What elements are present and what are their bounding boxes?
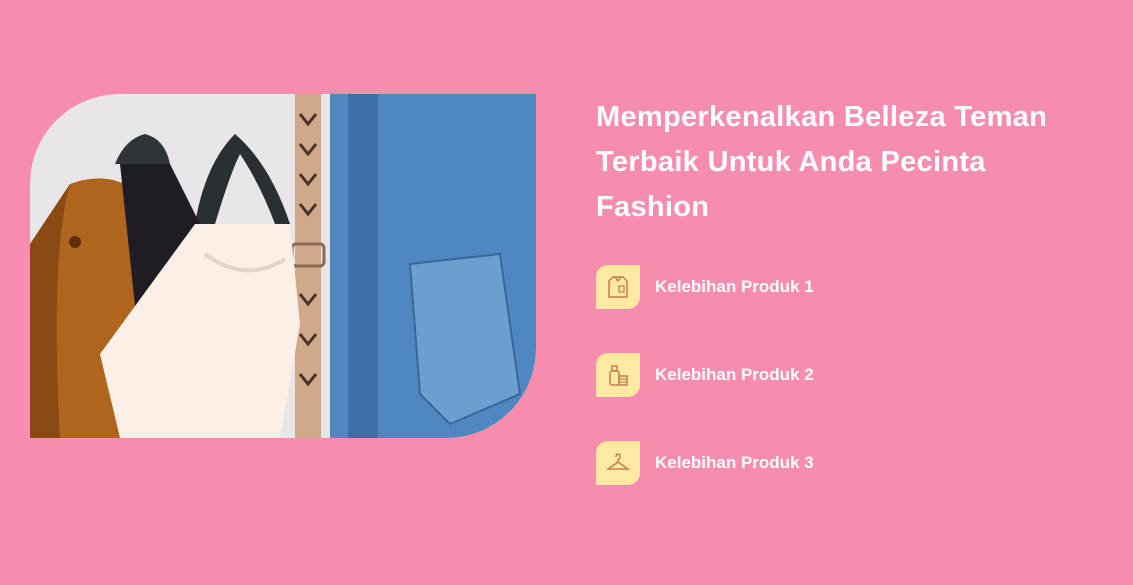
page-title: Memperkenalkan Belleza Teman Terbaik Unt… bbox=[596, 101, 1048, 223]
hero-photo bbox=[30, 94, 536, 438]
feature-list: Kelebihan Produk 1 Kelebihan Produk 2 Ke… bbox=[596, 264, 1096, 486]
shirt-icon bbox=[596, 265, 640, 309]
intro-section: Memperkenalkan Belleza Teman Terbaik Unt… bbox=[596, 95, 1096, 528]
feature-label: Kelebihan Produk 1 bbox=[655, 277, 814, 296]
feature-item-3: Kelebihan Produk 3 bbox=[596, 440, 1096, 486]
feature-item-1: Kelebihan Produk 1 bbox=[596, 264, 1096, 310]
hanger-icon bbox=[596, 441, 640, 485]
clothes-rack-illustration bbox=[30, 94, 536, 438]
feature-label: Kelebihan Produk 2 bbox=[655, 365, 814, 384]
bottle-icon bbox=[596, 353, 640, 397]
feature-label: Kelebihan Produk 3 bbox=[655, 453, 814, 472]
feature-item-2: Kelebihan Produk 2 bbox=[596, 352, 1096, 398]
